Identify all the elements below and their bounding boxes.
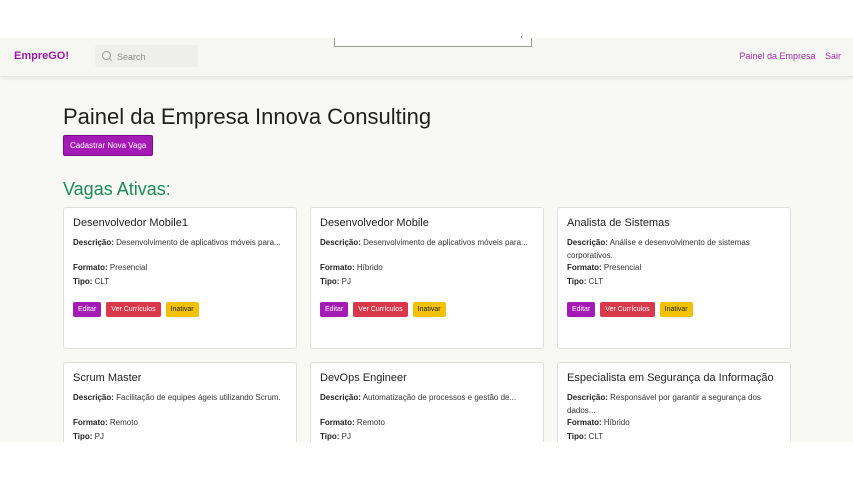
description-text: Desenvolvimento de aplicativos móveis pa… xyxy=(116,238,281,247)
job-type: Tipo: CLT xyxy=(73,277,109,286)
job-description: Descrição: Desenvolvimento de aplicativo… xyxy=(73,236,287,249)
job-format: Formato: Remoto xyxy=(73,418,138,427)
format-label: Formato: xyxy=(320,418,355,427)
job-card: Desenvolvedor Mobile1 Descrição: Desenvo… xyxy=(63,207,297,349)
format-value: Presencial xyxy=(603,263,642,272)
format-label: Formato: xyxy=(567,418,602,427)
description-label: Descrição: xyxy=(320,238,361,247)
job-title: Especialista em Segurança da Informação xyxy=(567,372,774,384)
job-description: Descrição: Automatização de processos e … xyxy=(320,391,534,404)
format-value: Presencial xyxy=(109,263,148,272)
job-type: Tipo: PJ xyxy=(320,277,351,286)
type-label: Tipo: xyxy=(320,277,340,286)
job-type: Tipo: CLT xyxy=(567,277,603,286)
page-title: Painel da Empresa Innova Consulting xyxy=(63,104,432,129)
section-title: Vagas Ativas: xyxy=(63,179,171,199)
job-title: DevOps Engineer xyxy=(320,372,407,384)
brand-logo[interactable]: EmpreGO! xyxy=(14,50,69,62)
description-label: Descrição: xyxy=(320,393,361,402)
deactivate-button[interactable]: Inativar xyxy=(412,302,446,317)
job-type: Tipo: PJ xyxy=(73,432,104,441)
new-job-button[interactable]: Cadastrar Nova Vaga xyxy=(63,135,154,156)
job-description: Descrição: Responsável por garantir a se… xyxy=(567,391,781,417)
search-input[interactable] xyxy=(115,48,197,65)
caret-icon: ‹ xyxy=(520,34,523,41)
nav-links: Painel da Empresa Sair xyxy=(732,51,841,61)
deactivate-button[interactable]: Inativar xyxy=(659,302,693,317)
format-label: Formato: xyxy=(73,263,108,272)
job-type: Tipo: CLT xyxy=(567,432,603,441)
description-text: Desenvolvimento de aplicativos móveis pa… xyxy=(363,238,528,247)
type-label: Tipo: xyxy=(73,432,93,441)
description-text: Automatização de processos e gestão de..… xyxy=(362,393,517,402)
format-value: Remoto xyxy=(356,418,385,427)
type-label: Tipo: xyxy=(567,277,587,286)
job-title: Desenvolvedor Mobile1 xyxy=(73,217,188,229)
search-icon xyxy=(102,51,111,60)
description-text: Facilitação de equipes ágeis utilizando … xyxy=(116,393,281,402)
job-actions: Editar Ver Currículos Inativar xyxy=(73,298,204,317)
type-label: Tipo: xyxy=(320,432,340,441)
job-actions: Editar Ver Currículos Inativar xyxy=(567,298,698,317)
deactivate-button[interactable]: Inativar xyxy=(165,302,199,317)
search-box[interactable] xyxy=(95,45,198,67)
job-format: Formato: Presencial xyxy=(567,263,641,272)
job-title: Desenvolvedor Mobile xyxy=(320,217,429,229)
page-viewport: EmpreGO! Painel da Empresa Sair Painel d… xyxy=(0,38,853,442)
format-label: Formato: xyxy=(320,263,355,272)
job-title: Analista de Sistemas xyxy=(567,217,670,229)
format-label: Formato: xyxy=(73,418,108,427)
job-format: Formato: Híbrido xyxy=(320,263,383,272)
job-card: Analista de Sistemas Descrição: Análise … xyxy=(557,207,791,349)
format-value: Híbrido xyxy=(603,418,630,427)
main-content: Painel da Empresa Innova Consulting Cada… xyxy=(63,104,793,442)
job-format: Formato: Presencial xyxy=(73,263,147,272)
type-value: CLT xyxy=(588,432,604,441)
job-format: Formato: Remoto xyxy=(320,418,385,427)
job-title: Scrum Master xyxy=(73,372,142,384)
job-description: Descrição: Facilitação de equipes ágeis … xyxy=(73,391,287,404)
type-value: PJ xyxy=(94,432,104,441)
job-description: Descrição: Análise e desenvolvimento de … xyxy=(567,236,781,262)
type-value: CLT xyxy=(94,277,110,286)
nav-link-painel[interactable]: Painel da Empresa xyxy=(739,51,815,61)
view-resumes-button[interactable]: Ver Currículos xyxy=(106,302,161,317)
format-value: Híbrido xyxy=(356,263,383,272)
dropdown-overlay[interactable]: ‹ xyxy=(334,34,532,47)
description-label: Descrição: xyxy=(567,238,608,247)
format-label: Formato: xyxy=(567,263,602,272)
description-label: Descrição: xyxy=(567,393,608,402)
description-label: Descrição: xyxy=(73,393,114,402)
job-card: Desenvolvedor Mobile Descrição: Desenvol… xyxy=(310,207,544,349)
type-value: PJ xyxy=(341,277,351,286)
type-value: CLT xyxy=(588,277,604,286)
type-label: Tipo: xyxy=(73,277,93,286)
nav-link-sair[interactable]: Sair xyxy=(825,51,841,61)
type-value: PJ xyxy=(341,432,351,441)
job-description: Descrição: Desenvolvimento de aplicativo… xyxy=(320,236,534,249)
job-card: Especialista em Segurança da Informação … xyxy=(557,362,791,442)
job-card: DevOps Engineer Descrição: Automatização… xyxy=(310,362,544,442)
description-label: Descrição: xyxy=(73,238,114,247)
job-format: Formato: Híbrido xyxy=(567,418,630,427)
format-value: Remoto xyxy=(109,418,138,427)
edit-button[interactable]: Editar xyxy=(320,302,349,317)
edit-button[interactable]: Editar xyxy=(73,302,102,317)
view-resumes-button[interactable]: Ver Currículos xyxy=(600,302,655,317)
job-actions: Editar Ver Currículos Inativar xyxy=(320,298,451,317)
type-label: Tipo: xyxy=(567,432,587,441)
job-card: Scrum Master Descrição: Facilitação de e… xyxy=(63,362,297,442)
edit-button[interactable]: Editar xyxy=(567,302,596,317)
job-type: Tipo: PJ xyxy=(320,432,351,441)
view-resumes-button[interactable]: Ver Currículos xyxy=(353,302,408,317)
